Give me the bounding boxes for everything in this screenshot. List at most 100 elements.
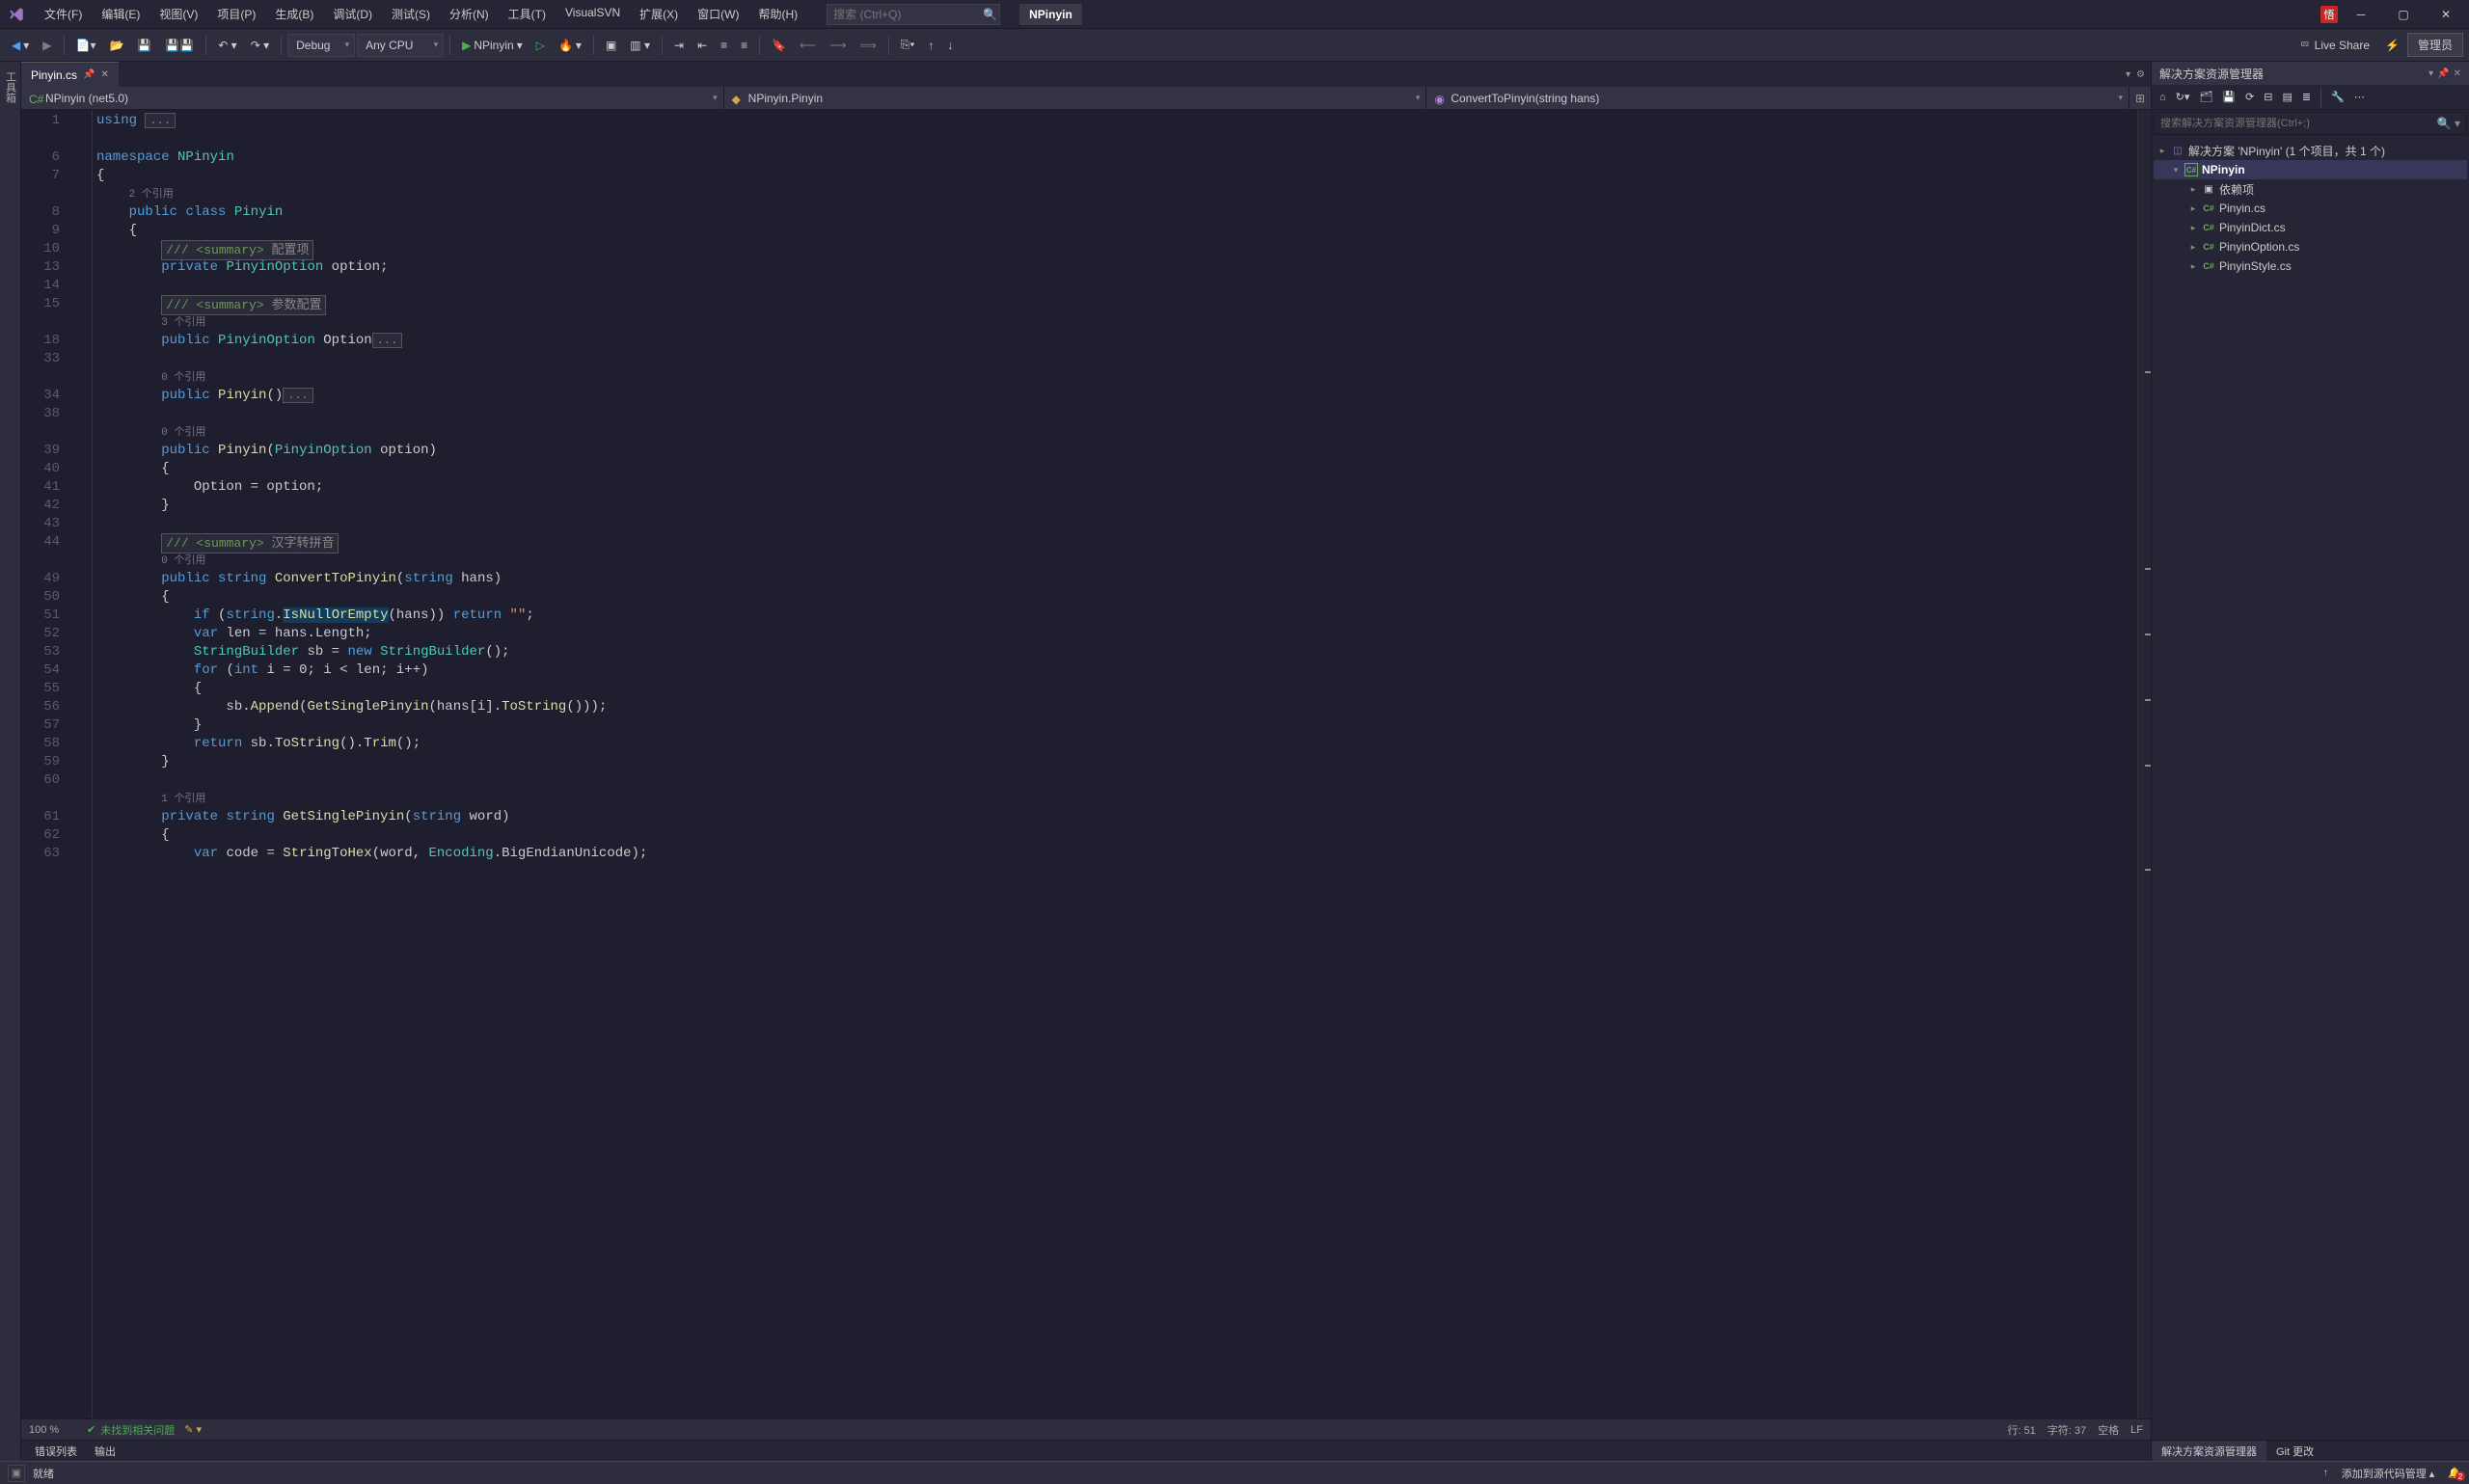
menu-item[interactable]: 帮助(H) [748,1,807,27]
indent-mode[interactable]: 空格 [2098,1422,2119,1438]
search-icon[interactable]: 🔍 [983,8,997,21]
menu-item[interactable]: 窗口(W) [688,1,748,27]
tab-dropdown-icon[interactable]: ▾ [2126,69,2130,80]
search-icon[interactable]: 🔍 ▾ [2437,117,2460,130]
split-editor-button[interactable]: ⊞ [2130,87,2151,109]
toolbox-tab[interactable]: 工具箱 [1,67,20,107]
config-dropdown[interactable]: Debug [287,34,355,57]
bookmark-btn-4[interactable]: ⟹ [855,35,882,56]
maximize-button[interactable]: ▢ [2384,1,2423,28]
svn-btn[interactable]: ⎘▾ [895,34,921,56]
zoom-level[interactable]: 100 % [29,1424,77,1436]
start-no-debug-button[interactable]: ▷ [530,35,551,56]
home-icon[interactable]: ⌂ [2156,89,2170,106]
bottom-tool-tab[interactable]: 错误列表 [27,1442,85,1461]
pin-icon[interactable]: 📌 [83,69,95,80]
close-button[interactable]: ✕ [2427,1,2465,28]
nav-back-button[interactable]: ◀ ▾ [6,35,35,56]
close-tab-icon[interactable]: ✕ [100,69,108,80]
expand-icon[interactable]: ▸ [2188,242,2198,253]
cursor-col[interactable]: 字符: 37 [2048,1422,2086,1438]
toolbox-btn-2[interactable]: ▥ ▾ [624,35,656,56]
nav-class-dropdown[interactable]: ◆ NPinyin.Pinyin [724,87,1427,109]
panel-close-icon[interactable]: ✕ [2454,68,2461,79]
solution-tree[interactable]: ▸ ◫ 解决方案 'NPinyin' (1 个项目，共 1 个) ▾ C# NP… [2152,137,2469,1440]
nav-forward-button[interactable]: ▶ [37,35,57,56]
solution-search-input[interactable] [2160,118,2437,129]
file-node[interactable]: ▸C#PinyinDict.cs [2154,218,2467,237]
panel-menu-icon[interactable]: ▾ [2428,68,2433,79]
step-btn-4[interactable]: ≡ [735,35,753,56]
dependencies-node[interactable]: ▸ ▣ 依赖项 [2154,179,2467,199]
menu-item[interactable]: 项目(P) [207,1,265,27]
notifications-button[interactable]: 🔔 2 [2448,1467,2461,1479]
menu-item[interactable]: 测试(S) [382,1,440,27]
menu-item[interactable]: 工具(T) [499,1,556,27]
redo-button[interactable]: ↷ ▾ [245,35,275,56]
status-indicator-icon[interactable]: ▣ [8,1465,25,1482]
line-ending[interactable]: LF [2130,1424,2143,1436]
file-node[interactable]: ▸C#Pinyin.cs [2154,199,2467,218]
toolbox-btn-1[interactable]: ▣ [600,35,622,56]
wrench-icon[interactable]: 🔧 [2327,88,2348,106]
file-node[interactable]: ▸C#PinyinOption.cs [2154,237,2467,256]
expand-icon[interactable]: ▸ [2157,146,2167,156]
menu-item[interactable]: 编辑(E) [92,1,149,27]
expand-icon[interactable]: ▸ [2188,223,2198,233]
tab-settings-icon[interactable]: ⚙ [2136,69,2145,80]
new-item-button[interactable]: 📄▾ [70,35,102,56]
code-editor[interactable]: 1678910131415183334383940414243444950515… [21,110,2151,1418]
menu-item[interactable]: VisualSVN [556,1,630,27]
platform-dropdown[interactable]: Any CPU [357,34,444,57]
save-button[interactable]: 💾 [131,35,157,56]
document-tab[interactable]: Pinyin.cs 📌 ✕ [21,62,119,87]
bottom-tool-tab[interactable]: 输出 [87,1442,123,1461]
solution-explorer-tab[interactable]: 解决方案资源管理器 [2152,1441,2266,1462]
global-search[interactable]: 🔍 [827,4,1000,25]
hot-reload-button[interactable]: 🔥▾ [553,35,587,56]
start-debug-button[interactable]: ▶ NPinyin ▾ [456,35,529,56]
solution-node[interactable]: ▸ ◫ 解决方案 'NPinyin' (1 个项目，共 1 个) [2154,141,2467,160]
refresh-icon[interactable]: ⟳ [2241,88,2258,106]
live-share-button[interactable]: ⮹ Live Share [2293,34,2377,56]
solution-search[interactable]: 🔍 ▾ [2154,112,2467,135]
menu-item[interactable]: 分析(N) [440,1,499,27]
more-icon[interactable]: ⋯ [2350,88,2369,106]
scroll-bar[interactable] [2137,110,2151,1418]
step-btn-2[interactable]: ⇤ [692,35,713,56]
down-arrow-btn[interactable]: ↓ [941,35,959,56]
panel-pin-icon[interactable]: 📌 [2437,68,2449,79]
fold-strip[interactable] [79,110,93,1418]
bookmark-btn-1[interactable]: 🔖 [766,35,792,56]
up-arrow-btn[interactable]: ↑ [922,35,939,56]
menu-item[interactable]: 扩展(X) [630,1,688,27]
menu-item[interactable]: 视图(V) [149,1,207,27]
code-text[interactable]: using ...namespace NPinyin{ 2 个引用 public… [93,110,2137,1418]
user-badge[interactable]: 悟 [2320,6,2338,23]
step-btn-1[interactable]: ⇥ [668,35,690,56]
minimize-button[interactable]: ─ [2342,1,2380,28]
menu-item[interactable]: 文件(F) [35,1,92,27]
open-file-button[interactable]: 📂 [103,35,129,56]
save-all-button[interactable]: 💾💾 [159,35,200,56]
sync-icon[interactable]: ↻▾ [2172,88,2194,106]
expand-icon[interactable]: ▾ [2171,165,2181,175]
show-all-icon[interactable]: ▤ [2279,88,2296,106]
pen-icon[interactable]: ✎ ▾ [184,1423,202,1436]
add-to-scm-button[interactable]: 添加到源代码管理 ▴ [2342,1466,2435,1481]
save-icon[interactable]: 💾 [2218,88,2239,106]
problems-status[interactable]: ✔ 未找到相关问题 [87,1422,175,1438]
undo-button[interactable]: ↶ ▾ [212,35,242,56]
step-btn-3[interactable]: ≡ [715,35,733,56]
expand-icon[interactable]: ▸ [2188,184,2198,195]
properties-icon[interactable]: ≣ [2298,88,2315,106]
collapse-icon[interactable]: ⊟ [2260,88,2276,106]
menu-item[interactable]: 调试(D) [323,1,382,27]
project-node[interactable]: ▾ C# NPinyin [2154,160,2467,179]
cursor-line[interactable]: 行: 51 [2007,1422,2035,1438]
expand-icon[interactable]: ▸ [2188,203,2198,214]
file-node[interactable]: ▸C#PinyinStyle.cs [2154,256,2467,276]
nav-member-dropdown[interactable]: ◉ ConvertToPinyin(string hans) [1426,87,2130,109]
tree-icon[interactable]: 🗂 [2195,88,2216,106]
git-changes-tab[interactable]: Git 更改 [2266,1441,2323,1462]
